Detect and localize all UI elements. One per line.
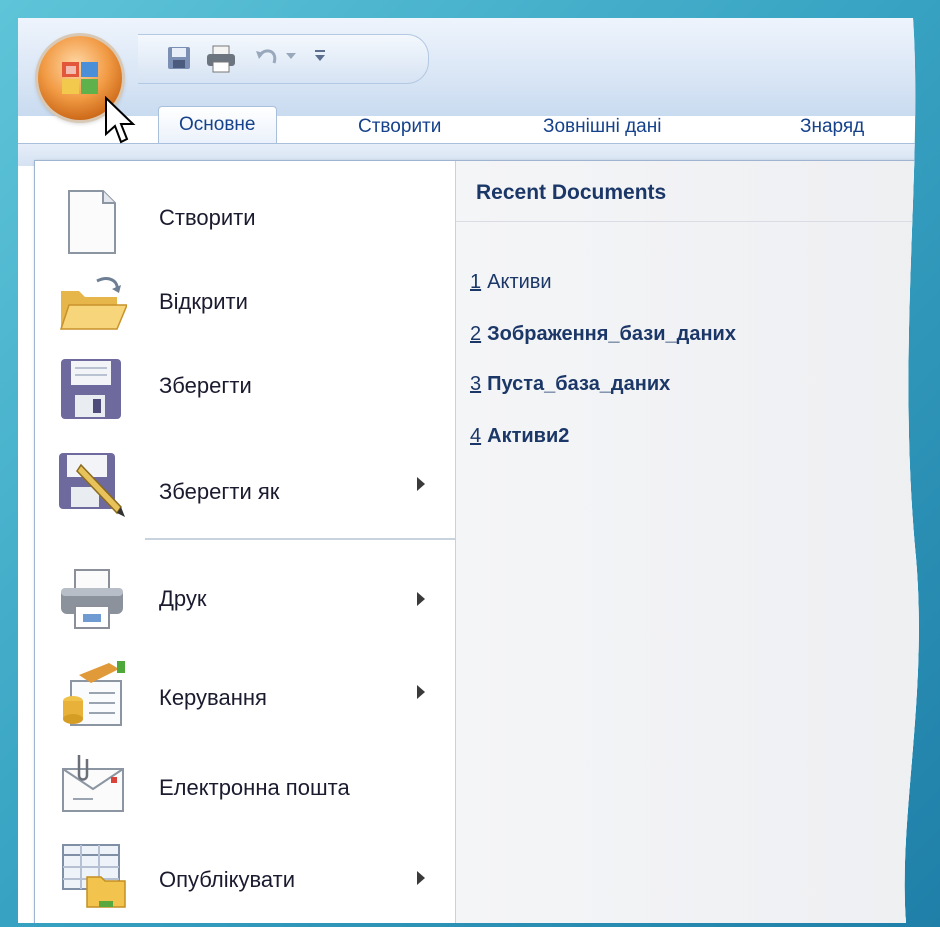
menu-item-save[interactable]: Зберегти xyxy=(35,345,455,425)
office-menu: Створити Відкрити Зберегти Зберегти як Д… xyxy=(34,160,940,923)
recent-document-number: 3 xyxy=(470,373,482,395)
recent-divider xyxy=(456,221,940,222)
save-as-icon xyxy=(57,451,127,517)
menu-item-manage[interactable]: Керування xyxy=(35,651,455,731)
app-window: Основне Створити Зовнішні дані Знаряд Ст… xyxy=(18,18,940,923)
qat-save-icon[interactable] xyxy=(166,45,192,71)
recent-document-number: 1 xyxy=(470,271,482,293)
submenu-arrow-icon xyxy=(417,477,425,491)
menu-item-open[interactable]: Відкрити xyxy=(35,261,455,341)
menu-item-label: Електронна пошта xyxy=(159,775,350,800)
menu-item-label: Друк xyxy=(159,586,207,611)
qat-print-icon[interactable] xyxy=(206,45,236,73)
recent-documents-panel: Recent Documents 1 Активи 2 Зображення_баз… xyxy=(456,161,940,923)
email-icon xyxy=(57,751,127,817)
submenu-arrow-icon xyxy=(417,871,425,885)
save-icon xyxy=(57,355,127,421)
recent-document-item[interactable]: 1 Активи xyxy=(470,271,552,294)
manage-icon xyxy=(57,661,127,727)
menu-item-label: Керування xyxy=(159,685,267,710)
submenu-arrow-icon xyxy=(417,592,425,606)
print-icon xyxy=(57,566,127,632)
mouse-cursor-icon xyxy=(104,96,140,146)
tab-tools[interactable]: Знаряд xyxy=(800,112,864,142)
quick-access-toolbar xyxy=(138,34,429,84)
tab-external-data[interactable]: Зовнішні дані xyxy=(543,112,661,142)
menu-commands: Створити Відкрити Зберегти Зберегти як Д… xyxy=(35,161,456,923)
recent-document-item[interactable]: 4 Активи2 xyxy=(470,425,569,448)
open-folder-icon xyxy=(57,271,127,337)
menu-item-label: Відкрити xyxy=(159,289,248,314)
menu-item-label: Зберегти як xyxy=(159,479,280,504)
title-bar: Основне Створити Зовнішні дані Знаряд xyxy=(18,18,940,116)
recent-document-name: Активи2 xyxy=(487,425,570,447)
recent-document-number: 2 xyxy=(470,323,482,345)
menu-item-label: Створити xyxy=(159,205,256,230)
tab-home[interactable]: Основне xyxy=(158,106,277,145)
menu-item-save-as[interactable]: Зберегти як xyxy=(35,441,455,521)
recent-documents-title: Recent Documents xyxy=(476,181,667,204)
menu-item-label: Опублікувати xyxy=(159,867,296,892)
qat-undo-dropdown-icon[interactable] xyxy=(286,53,296,61)
qat-undo-icon[interactable] xyxy=(254,45,280,71)
new-document-icon xyxy=(57,189,127,255)
recent-document-number: 4 xyxy=(470,425,482,447)
menu-separator xyxy=(145,538,455,540)
recent-document-name: Зображення_бази_даних xyxy=(487,323,736,345)
menu-item-label: Зберегти xyxy=(159,373,252,398)
recent-document-item[interactable]: 2 Зображення_бази_даних xyxy=(470,323,736,346)
publish-icon xyxy=(57,843,127,909)
submenu-arrow-icon xyxy=(417,685,425,699)
recent-document-name: Активи xyxy=(487,271,552,293)
tab-create[interactable]: Створити xyxy=(358,112,441,142)
menu-item-publish[interactable]: Опублікувати xyxy=(35,833,455,913)
recent-document-name: Пуста_база_даних xyxy=(487,373,671,395)
recent-document-item[interactable]: 3 Пуста_база_даних xyxy=(470,373,670,396)
qat-customize-icon[interactable] xyxy=(313,49,327,63)
menu-item-print[interactable]: Друк xyxy=(35,556,455,636)
ribbon-tabs: Основне Створити Зовнішні дані Знаряд xyxy=(18,104,940,144)
menu-item-new[interactable]: Створити xyxy=(35,179,455,259)
menu-item-email[interactable]: Електронна пошта xyxy=(35,741,455,821)
office-logo-icon xyxy=(60,58,100,98)
